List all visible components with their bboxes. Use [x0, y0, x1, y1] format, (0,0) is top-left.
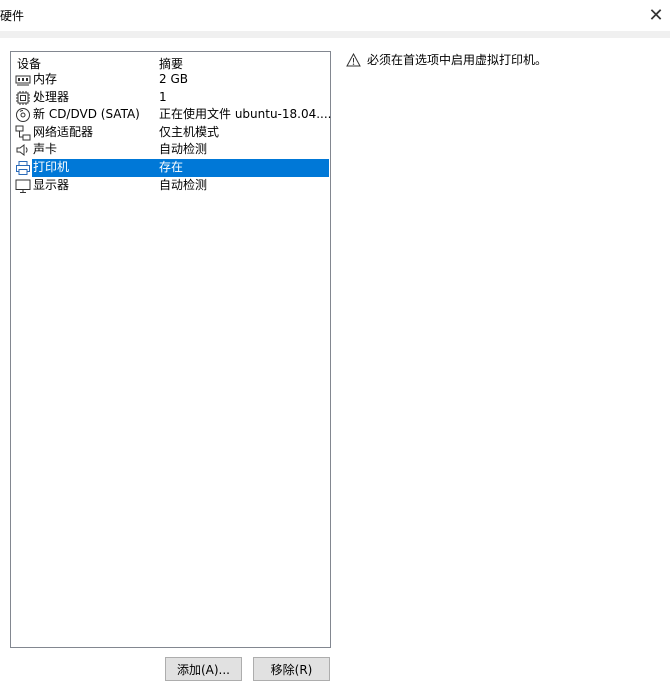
add-button[interactable]: 添加(A)... — [165, 657, 242, 681]
close-button[interactable]: ✕ — [642, 0, 670, 30]
device-row-sound-card[interactable]: 声卡 自动检测 — [11, 141, 330, 159]
device-summary: 自动检测 — [159, 177, 208, 192]
sound-card-icon — [16, 144, 28, 157]
device-name: 声卡 — [33, 142, 58, 157]
device-rows: 内存 2 GB 处理器 1 新 CD/DVD (SATA) 正在使用文件 ubu… — [11, 71, 332, 195]
device-row-cd-dvd[interactable]: 新 CD/DVD (SATA) 正在使用文件 ubuntu-18.04.... — [11, 106, 332, 124]
device-summary: 1 — [159, 89, 167, 104]
network-adapter-icon — [15, 125, 31, 141]
column-header-summary[interactable]: 摘要 — [159, 55, 183, 72]
device-name: 打印机 — [33, 159, 70, 174]
close-icon: ✕ — [648, 4, 664, 26]
device-name: 显示器 — [33, 177, 70, 192]
display-icon — [15, 179, 31, 193]
processor-icon — [16, 90, 30, 105]
device-name: 处理器 — [33, 89, 70, 104]
cd-dvd-icon — [16, 108, 30, 123]
device-summary: 存在 — [159, 159, 184, 174]
window-title: 硬件 — [0, 9, 25, 23]
device-summary: 自动检测 — [159, 142, 208, 157]
memory-icon — [15, 75, 31, 86]
device-row-processor[interactable]: 处理器 1 — [11, 89, 330, 107]
warning-text: 必须在首选项中启用虚拟打印机。 — [367, 53, 548, 67]
device-row-printer[interactable]: 打印机 存在 — [11, 158, 330, 177]
printer-warning: 必须在首选项中启用虚拟打印机。 — [346, 51, 656, 68]
warning-icon — [346, 52, 361, 66]
list-header: 设备 摘要 — [11, 52, 330, 72]
device-summary: 正在使用文件 ubuntu-18.04.... — [159, 107, 332, 122]
title-separator — [0, 31, 670, 38]
device-name: 新 CD/DVD (SATA) — [33, 107, 140, 122]
device-row-network-adapter[interactable]: 网络适配器 仅主机模式 — [11, 124, 330, 142]
title-bar: 硬件 ✕ — [0, 0, 670, 32]
device-row-memory[interactable]: 内存 2 GB — [11, 71, 330, 89]
device-summary: 仅主机模式 — [159, 124, 220, 139]
device-list[interactable]: 设备 摘要 内存 2 GB 处理器 1 新 CD/DVD (SATA) 正在使用… — [10, 51, 332, 648]
printer-icon — [16, 160, 30, 175]
device-name: 内存 — [33, 72, 58, 86]
column-header-device[interactable]: 设备 — [17, 55, 41, 72]
device-summary: 2 GB — [159, 72, 188, 86]
device-name: 网络适配器 — [33, 124, 94, 139]
remove-button[interactable]: 移除(R) — [253, 657, 330, 681]
device-row-display[interactable]: 显示器 自动检测 — [11, 177, 330, 195]
